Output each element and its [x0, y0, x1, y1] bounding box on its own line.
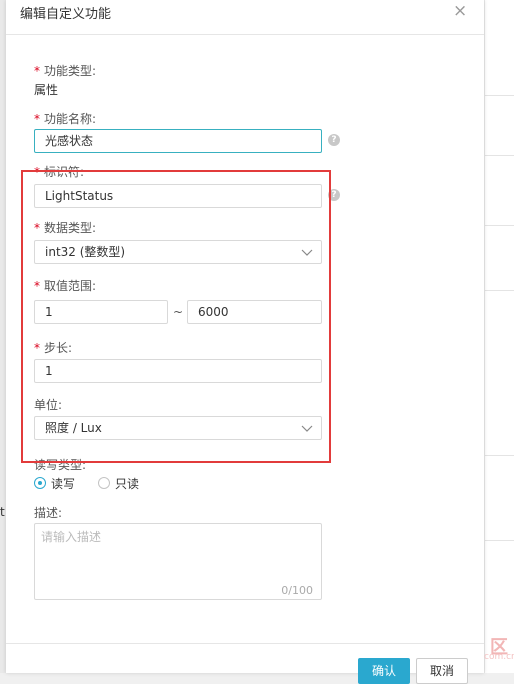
chevron-down-icon	[301, 249, 313, 256]
required-mark: *	[34, 165, 40, 179]
identifier-label: * 标识符:	[34, 165, 85, 179]
background-divider	[485, 225, 514, 226]
watermark-text: com.cn	[484, 652, 514, 662]
rw-type-label: 读写类型:	[34, 458, 87, 472]
range-separator: ~	[173, 305, 184, 319]
description-counter: 0/100	[281, 584, 313, 597]
confirm-button[interactable]: 确认	[358, 658, 410, 684]
dialog-footer-divider	[6, 643, 484, 644]
dialog-title: 编辑自定义功能	[20, 7, 112, 22]
background-divider	[485, 95, 514, 96]
background-divider	[485, 455, 514, 456]
description-textarea[interactable]: 请输入描述 0/100	[34, 523, 322, 600]
required-mark: *	[34, 279, 40, 293]
range-min-input[interactable]: 1	[34, 300, 168, 324]
unit-select[interactable]: 照度 / Lux	[34, 416, 322, 440]
required-mark: *	[34, 64, 40, 78]
rw-radio-readonly[interactable]	[98, 477, 110, 489]
chevron-down-icon	[301, 425, 313, 432]
description-label: 描述:	[34, 506, 63, 520]
background-divider	[485, 155, 514, 156]
help-circle-icon[interactable]: ?	[328, 134, 340, 146]
unit-selected: 照度 / Lux	[45, 421, 102, 435]
description-placeholder: 请输入描述	[41, 530, 102, 544]
step-input[interactable]: 1	[34, 359, 322, 383]
rw-option-readonly[interactable]: 只读	[115, 475, 139, 492]
data-type-label: * 数据类型:	[34, 221, 97, 235]
function-type-label: * 功能类型:	[34, 64, 97, 78]
background-panel	[485, 0, 514, 673]
cancel-button[interactable]: 取消	[416, 658, 468, 684]
value-range-label: * 取值范围:	[34, 279, 97, 293]
step-label: * 步长:	[34, 341, 73, 355]
rw-option-readwrite[interactable]: 读写	[51, 475, 75, 492]
function-name-label: * 功能名称:	[34, 112, 97, 126]
required-mark: *	[34, 221, 40, 235]
function-type-value: 属性	[34, 83, 59, 97]
data-type-select[interactable]: int32 (整数型)	[34, 240, 322, 264]
edit-function-dialog: 编辑自定义功能 × * 功能类型: 属性 * 功能名称: 光感状态 ? * 标识符: …	[6, 0, 484, 684]
background-divider	[485, 290, 514, 291]
required-mark: *	[34, 341, 40, 355]
required-mark: *	[34, 112, 40, 126]
rw-radio-readwrite[interactable]	[34, 477, 46, 489]
background-divider	[485, 540, 514, 541]
data-type-selected: int32 (整数型)	[45, 245, 126, 259]
range-max-input[interactable]: 6000	[187, 300, 322, 324]
unit-label: 单位:	[34, 398, 63, 412]
help-circle-icon[interactable]: ?	[328, 189, 340, 201]
dialog-header-divider	[6, 34, 484, 35]
identifier-input[interactable]: LightStatus	[34, 184, 322, 208]
function-name-input[interactable]: 光感状态	[34, 129, 322, 153]
close-icon[interactable]: ×	[453, 3, 467, 20]
